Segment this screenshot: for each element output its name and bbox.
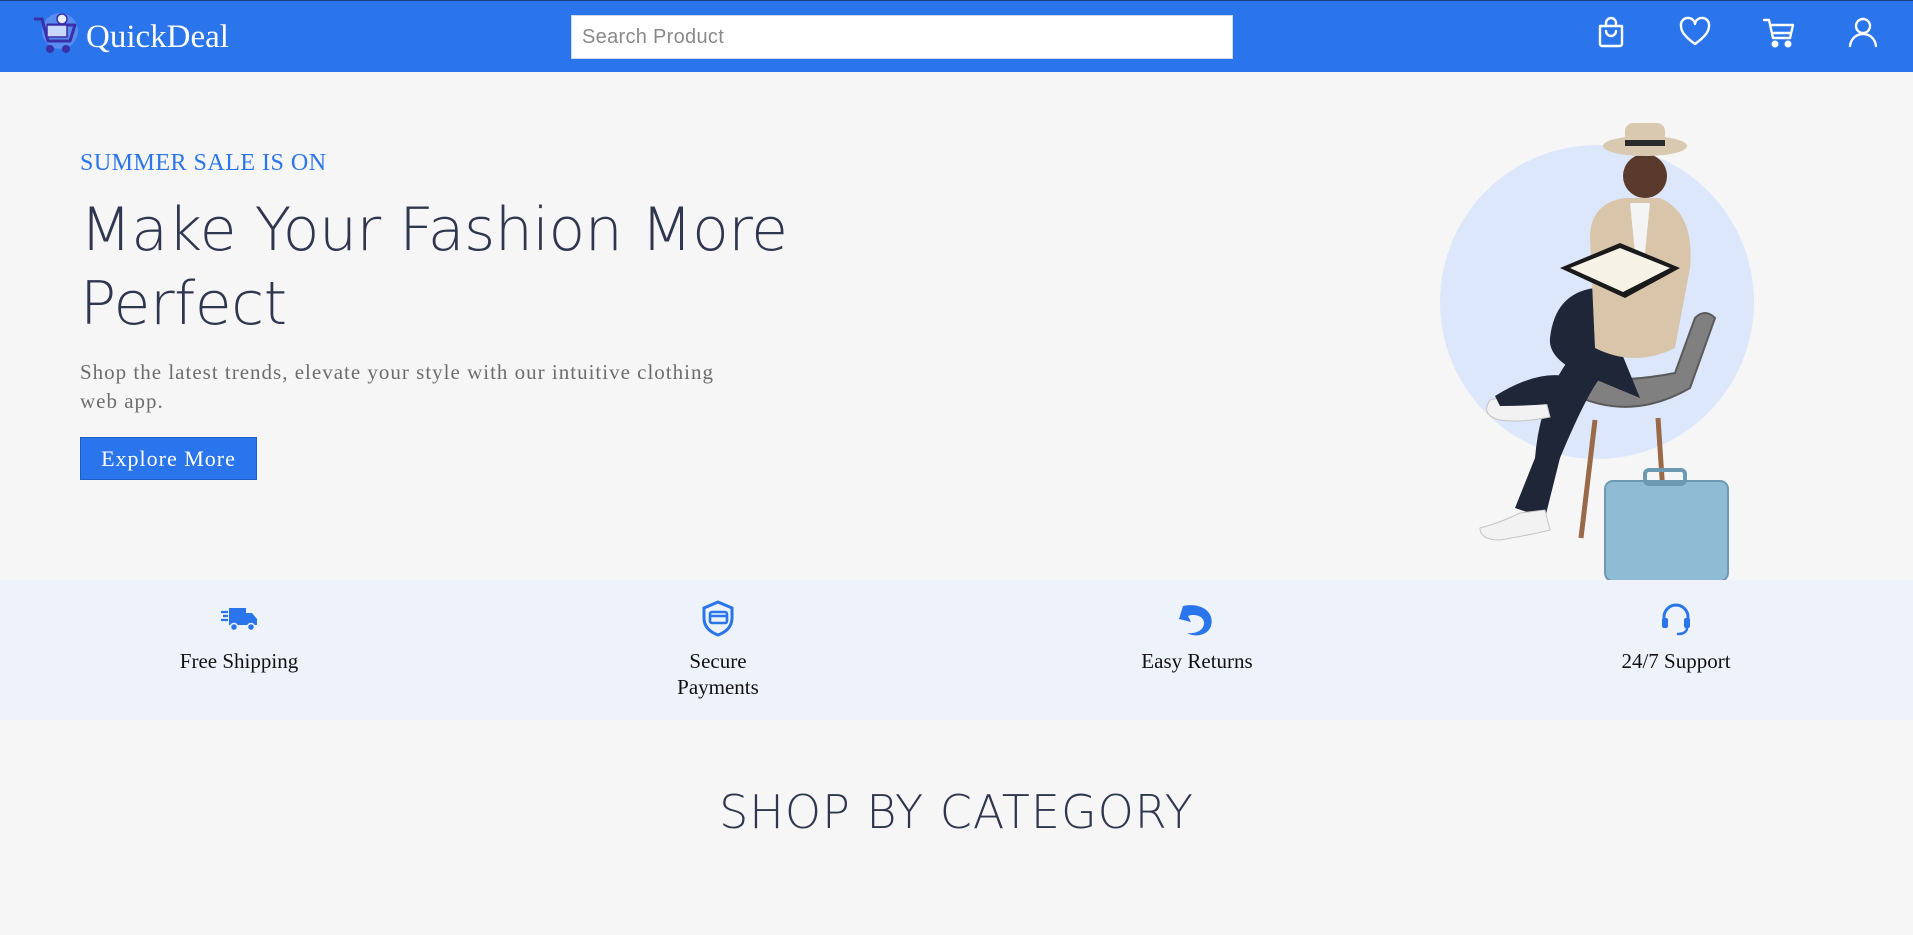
brand-logo[interactable]: QuickDeal (30, 9, 229, 61)
shopping-bag-icon (1598, 16, 1624, 48)
search-input[interactable] (571, 15, 1233, 59)
secure-payment-icon (702, 600, 734, 637)
feature-easy-returns: Easy Returns (1087, 580, 1307, 674)
hero-kicker: SUMMER SALE IS ON (80, 150, 327, 176)
hero-description: Shop the latest trends, elevate your sty… (80, 360, 714, 413)
feature-label: 24/7 Support (1621, 649, 1731, 673)
cart-logo-icon (34, 13, 78, 53)
account-button[interactable] (1846, 15, 1880, 49)
shop-by-category-heading: SHOP BY CATEGORY (719, 785, 1194, 839)
wishlist-button[interactable] (1678, 15, 1712, 49)
delivery-truck-icon (221, 608, 257, 632)
return-arrow-icon (1179, 605, 1212, 636)
cart-button[interactable] (1762, 15, 1796, 49)
headset-icon (1662, 603, 1690, 636)
feature-label: Free Shipping (179, 649, 299, 673)
feature-secure-payments: Secure Payments (608, 580, 828, 700)
feature-support: 24/7 Support (1566, 580, 1786, 674)
features-strip: Free Shipping Secure Payments Easy Retur… (0, 580, 1913, 720)
shopping-bag-button[interactable] (1594, 15, 1628, 49)
feature-free-shipping: Free Shipping (129, 580, 349, 674)
hero-title: Make Your Fashion More Perfect (80, 195, 788, 339)
feature-label: Easy Returns (1141, 649, 1253, 673)
hero-model-image (1440, 123, 1754, 582)
feature-label: Secure Payments (677, 649, 759, 699)
explore-more-button[interactable]: Explore More (80, 437, 257, 480)
brand-name: QuickDeal (86, 18, 229, 55)
cart-icon (1762, 18, 1795, 48)
top-navbar: QuickDeal (0, 0, 1913, 72)
user-icon (1848, 17, 1878, 48)
heart-icon (1679, 16, 1711, 46)
